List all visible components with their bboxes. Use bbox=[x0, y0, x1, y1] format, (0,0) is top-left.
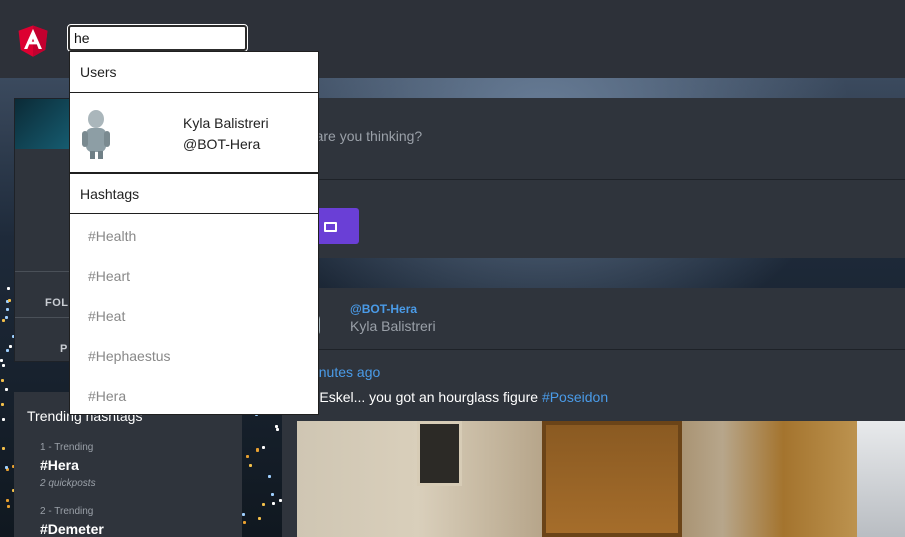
city-light bbox=[0, 358, 4, 362]
city-light bbox=[2, 418, 6, 422]
compose-box: at are you thinking? bbox=[282, 98, 905, 258]
trending-rank: 1 - Trending bbox=[40, 442, 94, 453]
city-light bbox=[1, 402, 5, 406]
post-card: @BOT-Hera Kyla Balistreri minutes ago nn… bbox=[282, 288, 905, 537]
user-result-name: Kyla Balistreri bbox=[183, 115, 269, 131]
city-light bbox=[271, 502, 275, 506]
image-window-detail bbox=[417, 421, 462, 486]
city-light bbox=[4, 387, 8, 391]
city-light bbox=[276, 427, 280, 431]
divider bbox=[282, 349, 905, 350]
posts-label: P bbox=[60, 343, 68, 355]
city-light bbox=[1, 319, 5, 323]
city-light bbox=[249, 463, 253, 467]
city-light bbox=[257, 516, 261, 520]
hashtags-section-header: Hashtags bbox=[70, 173, 318, 214]
hashtag-result[interactable]: #Heart bbox=[88, 268, 130, 284]
trending-item[interactable]: 1 - Trending #Hera 2 quickposts bbox=[40, 442, 96, 489]
city-light bbox=[6, 498, 10, 502]
trending-tag[interactable]: #Demeter bbox=[40, 521, 104, 537]
search-results-dropdown: Users Kyla Balistreri @BOT-Hera Hashtags… bbox=[69, 51, 319, 415]
image-laptop-detail bbox=[857, 421, 905, 537]
trending-tag[interactable]: #Hera bbox=[40, 457, 96, 473]
post-handle-link[interactable]: @BOT-Hera bbox=[350, 302, 417, 316]
image-door-detail bbox=[542, 421, 682, 537]
city-light bbox=[2, 447, 6, 451]
compose-input[interactable]: at are you thinking? bbox=[282, 98, 905, 180]
city-light bbox=[6, 504, 10, 508]
post-text: nn, Eskel... you got an hourglass figure… bbox=[296, 389, 608, 405]
angular-logo-icon[interactable] bbox=[14, 20, 52, 60]
city-light bbox=[246, 454, 250, 458]
city-light bbox=[262, 503, 266, 507]
city-light bbox=[262, 445, 265, 449]
divider bbox=[282, 179, 905, 180]
trending-item[interactable]: 2 - Trending #Demeter bbox=[40, 506, 104, 537]
post-hashtag-link[interactable]: #Poseidon bbox=[542, 389, 608, 405]
robot-avatar bbox=[82, 110, 110, 159]
city-light bbox=[243, 521, 247, 525]
hashtag-result[interactable]: #Hera bbox=[88, 388, 126, 404]
user-result-handle: @BOT-Hera bbox=[183, 136, 261, 152]
city-light bbox=[255, 449, 259, 453]
image-icon bbox=[324, 222, 337, 232]
city-light bbox=[1, 378, 5, 382]
city-light bbox=[5, 349, 9, 353]
city-light bbox=[242, 512, 245, 516]
search-input[interactable] bbox=[67, 24, 248, 52]
post-image[interactable] bbox=[297, 421, 905, 537]
city-light bbox=[2, 364, 6, 368]
city-light bbox=[8, 344, 12, 348]
city-light bbox=[268, 474, 272, 478]
city-light bbox=[7, 299, 11, 303]
post-author-name: Kyla Balistreri bbox=[350, 318, 436, 334]
hashtag-result[interactable]: #Heat bbox=[88, 308, 125, 324]
hashtag-result[interactable]: #Health bbox=[88, 228, 136, 244]
post-body: nn, Eskel... you got an hourglass figure bbox=[296, 389, 542, 405]
trending-rank: 2 - Trending bbox=[40, 506, 94, 517]
user-result[interactable]: Kyla Balistreri @BOT-Hera bbox=[70, 93, 318, 173]
city-light bbox=[7, 286, 11, 290]
hashtag-result[interactable]: #Hephaestus bbox=[88, 348, 171, 364]
trending-count: 2 quickposts bbox=[40, 478, 96, 489]
city-light bbox=[5, 308, 9, 312]
city-light bbox=[4, 316, 8, 320]
users-section-header: Users bbox=[70, 52, 318, 93]
city-light bbox=[270, 492, 274, 496]
